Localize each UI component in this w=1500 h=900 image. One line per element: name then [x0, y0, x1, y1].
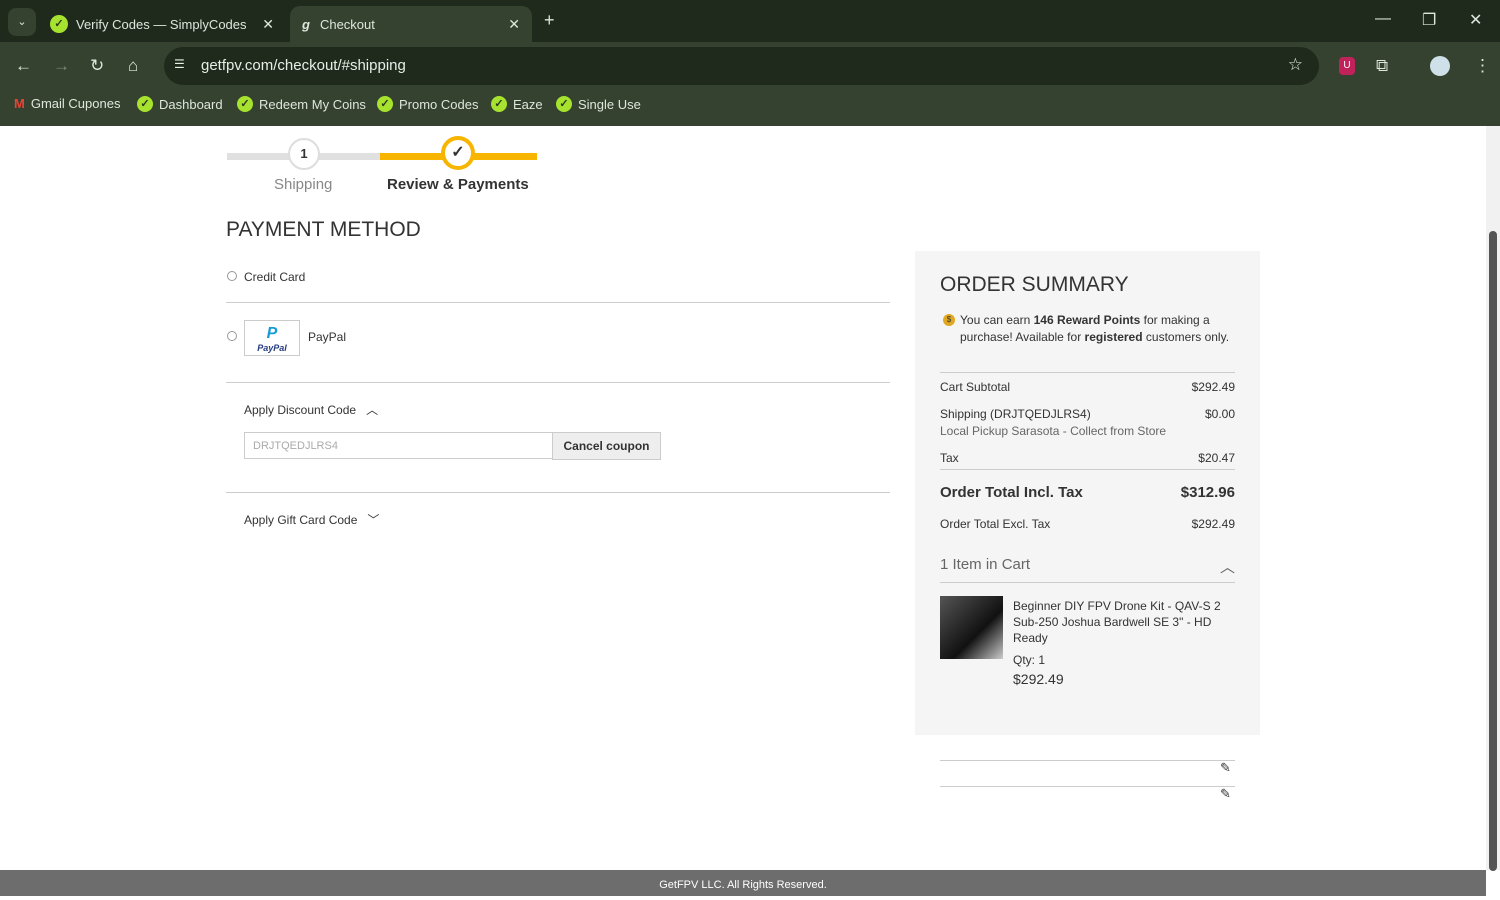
- step-review-label: Review & Payments: [387, 176, 529, 193]
- items-in-cart-toggle[interactable]: 1 Item in Cart ︿: [940, 556, 1235, 577]
- product-qty: Qty: 1: [1013, 653, 1046, 667]
- bookmark-eaze[interactable]: ✓ Eaze: [491, 96, 543, 112]
- chevron-up-icon: ︿: [1219, 559, 1235, 576]
- new-tab-button[interactable]: +: [544, 10, 555, 31]
- checkout-page: 1 ✓ Shipping Review & Payments PAYMENT M…: [0, 126, 1486, 870]
- discount-code-input[interactable]: [244, 432, 553, 459]
- paypal-radio[interactable]: [227, 331, 237, 341]
- site-info-icon[interactable]: ☰: [174, 57, 185, 71]
- total-excl-row: Order Total Excl. Tax $292.49: [940, 517, 1235, 531]
- subtotal-row: Cart Subtotal $292.49: [940, 380, 1235, 394]
- paypal-logo: P PayPal: [244, 320, 300, 356]
- forward-icon[interactable]: →: [53, 56, 70, 76]
- tab-list-button[interactable]: ⌄: [8, 8, 36, 36]
- edit-pencil-icon[interactable]: ✎: [1220, 760, 1231, 776]
- shipping-method: Local Pickup Sarasota - Collect from Sto…: [940, 424, 1167, 438]
- shipping-row: Shipping (DRJTQEDJLRS4) $0.00: [940, 407, 1235, 421]
- step-review-circle: ✓: [441, 136, 475, 170]
- divider: [940, 786, 1235, 787]
- product-image: [940, 596, 1003, 659]
- divider: [226, 382, 890, 383]
- product-name: Beginner DIY FPV Drone Kit - QAV-S 2 Sub…: [1013, 599, 1221, 645]
- toolbar: ← → ↻ ⌂ ☰ getfpv.com/checkout/#shipping ☆ …: [0, 42, 1500, 126]
- cancel-coupon-button[interactable]: Cancel coupon: [552, 432, 661, 460]
- getfpv-icon: g: [302, 16, 310, 32]
- simplycodes-icon: ✓: [556, 96, 572, 112]
- tab-checkout[interactable]: g Checkout ✕: [290, 6, 532, 42]
- bookmark-star-icon[interactable]: ☆: [1288, 55, 1303, 75]
- divider: [226, 302, 890, 303]
- step-shipping-label[interactable]: Shipping: [274, 176, 332, 193]
- order-summary-title: ORDER SUMMARY: [940, 273, 1129, 296]
- minimize-button[interactable]: —: [1375, 10, 1391, 28]
- bookmark-single-use[interactable]: ✓ Single Use: [556, 96, 641, 112]
- simplycodes-icon: ✓: [377, 96, 393, 112]
- bookmark-promo[interactable]: ✓ Promo Codes: [377, 96, 478, 112]
- simplycodes-icon: ✓: [137, 96, 153, 112]
- close-tab-icon[interactable]: ✕: [508, 16, 520, 33]
- address-bar[interactable]: ☰ getfpv.com/checkout/#shipping ☆: [164, 47, 1319, 85]
- divider: [940, 760, 1235, 761]
- reward-points-note: $ You can earn 146 Reward Points for maki…: [943, 312, 1235, 346]
- ublock-icon[interactable]: U: [1339, 57, 1355, 75]
- apply-discount-toggle[interactable]: Apply Discount Code ︿: [244, 401, 378, 418]
- paypal-label[interactable]: PayPal: [308, 330, 346, 344]
- footer: GetFPV LLC. All Rights Reserved.: [0, 870, 1486, 896]
- profile-avatar[interactable]: [1430, 56, 1450, 76]
- divider: [940, 582, 1235, 583]
- extensions-icon[interactable]: ⧉: [1376, 56, 1388, 76]
- simplycodes-icon: ✓: [491, 96, 507, 112]
- tab-bar: ⌄ ✓ Verify Codes — SimplyCodes ✕ g Checkout…: [0, 0, 1500, 42]
- step-shipping-circle[interactable]: 1: [288, 138, 320, 170]
- close-tab-icon[interactable]: ✕: [262, 16, 274, 33]
- divider: [226, 492, 890, 493]
- scrollbar[interactable]: [1486, 126, 1500, 871]
- gmail-icon: M: [14, 96, 25, 111]
- coin-icon: $: [943, 314, 955, 326]
- apply-gift-card-toggle[interactable]: Apply Gift Card Code ﹀: [244, 511, 379, 528]
- bookmark-redeem[interactable]: ✓ Redeem My Coins: [237, 96, 366, 112]
- menu-icon[interactable]: ⋮: [1474, 56, 1491, 76]
- back-icon[interactable]: ←: [15, 56, 32, 76]
- credit-card-label[interactable]: Credit Card: [244, 270, 305, 284]
- order-summary: ORDER SUMMARY $ You can earn 146 Reward P…: [915, 251, 1260, 735]
- product-price: $292.49: [1013, 671, 1064, 687]
- payment-method-title: PAYMENT METHOD: [226, 218, 421, 241]
- tab-verify-codes[interactable]: ✓ Verify Codes — SimplyCodes ✕: [38, 6, 286, 42]
- close-window-button[interactable]: ✕: [1469, 10, 1482, 30]
- bookmark-gmail[interactable]: M Gmail Cupones: [14, 96, 120, 111]
- scrollbar-thumb[interactable]: [1489, 231, 1497, 871]
- simplycodes-icon: ✓: [237, 96, 253, 112]
- divider: [940, 469, 1235, 470]
- tax-row: Tax $20.47: [940, 451, 1235, 465]
- credit-card-radio[interactable]: [227, 271, 237, 281]
- reload-icon[interactable]: ↻: [90, 56, 104, 76]
- divider: [940, 372, 1235, 373]
- home-icon[interactable]: ⌂: [128, 56, 138, 76]
- bookmark-dashboard[interactable]: ✓ Dashboard: [137, 96, 223, 112]
- simplycodes-icon: ✓: [50, 15, 68, 33]
- chevron-down-icon: ﹀: [367, 513, 380, 527]
- chevron-up-icon: ︿: [366, 403, 379, 417]
- edit-pencil-icon[interactable]: ✎: [1220, 786, 1231, 802]
- restore-button[interactable]: ❐: [1422, 10, 1436, 30]
- total-incl-row: Order Total Incl. Tax $312.96: [940, 484, 1235, 501]
